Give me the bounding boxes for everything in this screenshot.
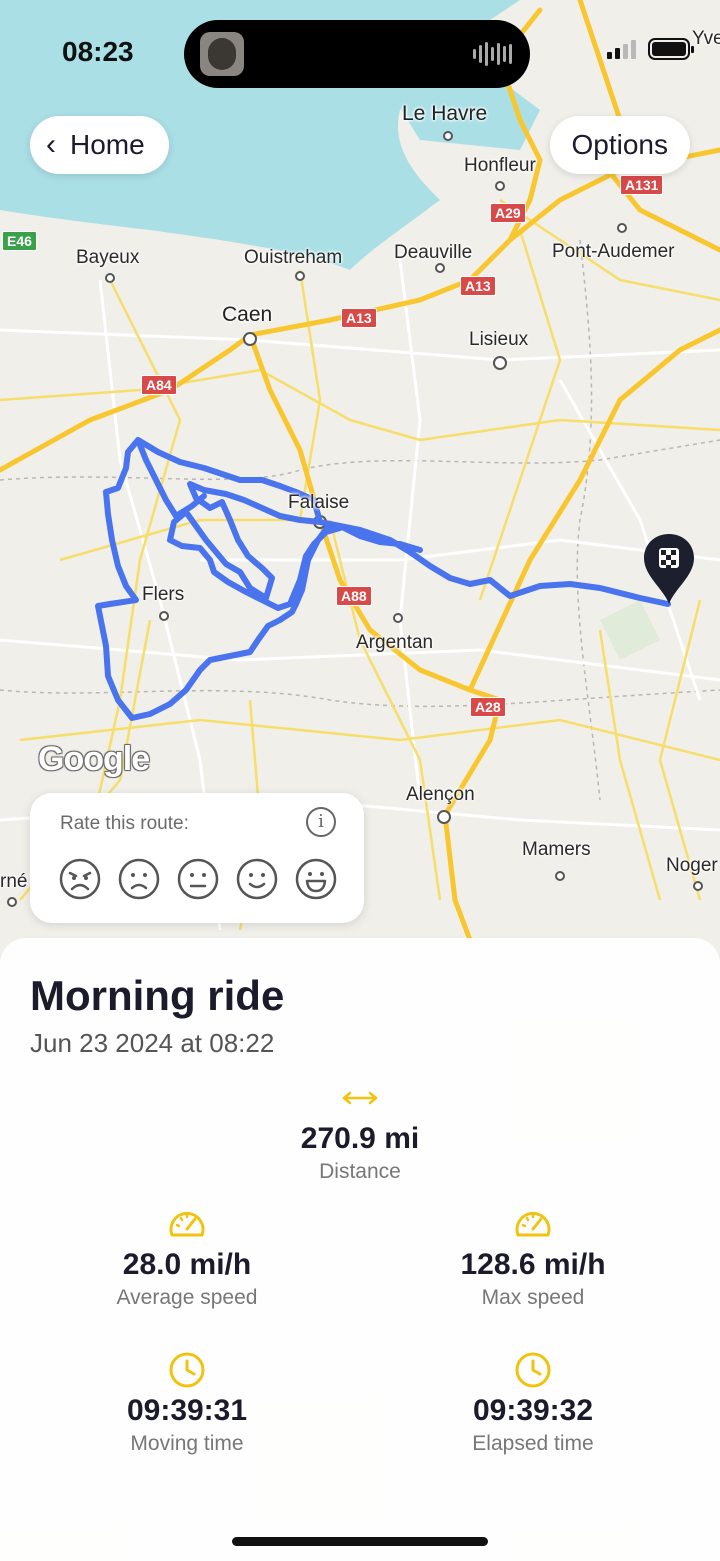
stat-value: 28.0 mi/h bbox=[122, 1248, 252, 1281]
place-label: Le Havre bbox=[402, 102, 488, 125]
place-label: Ouistreham bbox=[244, 247, 343, 268]
stat-label: Moving time bbox=[130, 1432, 244, 1455]
status-time: 08:23 bbox=[62, 36, 134, 67]
stat-value: 128.6 mi/h bbox=[460, 1248, 606, 1281]
road-shield: A88 bbox=[336, 586, 372, 606]
stat-label: Distance bbox=[319, 1160, 401, 1183]
home-indicator[interactable] bbox=[232, 1537, 488, 1546]
home-back-button[interactable]: ‹ Home bbox=[30, 116, 169, 174]
place-label: Honfleur bbox=[464, 155, 536, 176]
road-shield: A131 bbox=[620, 175, 664, 195]
place-label: rné bbox=[0, 871, 28, 892]
road-shield: A84 bbox=[141, 375, 177, 395]
stat-value: 09:39:32 bbox=[472, 1394, 594, 1427]
stat-moving-time: 09:39:31 Moving time bbox=[37, 1352, 337, 1456]
road-shield: A28 bbox=[470, 697, 506, 717]
stat-average-speed: 28.0 mi/h Average speed bbox=[37, 1206, 337, 1310]
rate-route-title: Rate this route: bbox=[60, 813, 189, 834]
now-playing-artwork bbox=[200, 32, 244, 76]
neutral-face-icon[interactable] bbox=[176, 857, 220, 901]
smile-face-icon[interactable] bbox=[235, 857, 279, 901]
place-label: Alençon bbox=[406, 784, 475, 805]
cellular-signal-icon bbox=[607, 39, 636, 59]
status-icons bbox=[607, 38, 694, 60]
place-label: Argentan bbox=[356, 632, 434, 653]
stat-value: 09:39:31 bbox=[126, 1394, 248, 1427]
options-button-label: Options bbox=[571, 129, 669, 160]
place-label: Bayeux bbox=[76, 247, 140, 268]
home-button-label: Home bbox=[70, 129, 145, 160]
options-button[interactable]: Options bbox=[549, 116, 690, 174]
road-shield: A13 bbox=[460, 276, 496, 296]
info-icon[interactable]: i bbox=[306, 807, 336, 837]
grin-face-icon[interactable] bbox=[294, 857, 338, 901]
stat-elapsed-time: 09:39:32 Elapsed time bbox=[383, 1352, 683, 1456]
speedometer-icon bbox=[169, 1212, 205, 1237]
place-label: Caen bbox=[222, 303, 273, 326]
place-label: Noger bbox=[666, 855, 718, 876]
place-label: Deauville bbox=[394, 242, 473, 263]
google-logo: Google bbox=[38, 740, 150, 778]
place-label: Yve bbox=[692, 28, 720, 49]
road-shield: E46 bbox=[2, 231, 37, 251]
arrows-horizontal-icon bbox=[342, 1091, 378, 1105]
road-shield: A13 bbox=[341, 308, 377, 328]
sad-face-icon[interactable] bbox=[117, 857, 161, 901]
route-line bbox=[95, 437, 671, 721]
speedometer-icon bbox=[515, 1212, 551, 1237]
place-label: Mamers bbox=[522, 839, 591, 860]
audio-wave-icon bbox=[473, 42, 512, 66]
ride-summary-sheet[interactable]: Morning ride Jun 23 2024 at 08:22 270.9 … bbox=[0, 938, 720, 1561]
clock-icon bbox=[169, 1352, 205, 1388]
finish-marker bbox=[644, 534, 694, 604]
ride-date: Jun 23 2024 at 08:22 bbox=[30, 1028, 275, 1058]
place-label: Flers bbox=[142, 584, 185, 605]
rate-route-card: Rate this route: i bbox=[30, 793, 364, 923]
stat-value: 270.9 mi bbox=[300, 1122, 420, 1155]
place-label: Falaise bbox=[288, 492, 350, 513]
place-label: Pont-Audemer bbox=[552, 241, 675, 262]
angry-face-icon[interactable] bbox=[58, 857, 102, 901]
place-label: Lisieux bbox=[469, 329, 529, 350]
chevron-left-icon: ‹ bbox=[46, 128, 56, 161]
stat-distance: 270.9 mi Distance bbox=[210, 1080, 510, 1184]
rating-faces bbox=[58, 857, 338, 901]
stat-label: Elapsed time bbox=[472, 1432, 594, 1455]
stat-label: Max speed bbox=[481, 1286, 585, 1309]
road-shield: A29 bbox=[490, 203, 526, 223]
stat-max-speed: 128.6 mi/h Max speed bbox=[383, 1206, 683, 1310]
battery-icon bbox=[648, 38, 694, 60]
stat-label: Average speed bbox=[116, 1286, 258, 1309]
ride-title: Morning ride bbox=[30, 972, 285, 1019]
clock-icon bbox=[515, 1352, 551, 1388]
dynamic-island[interactable] bbox=[184, 20, 530, 88]
